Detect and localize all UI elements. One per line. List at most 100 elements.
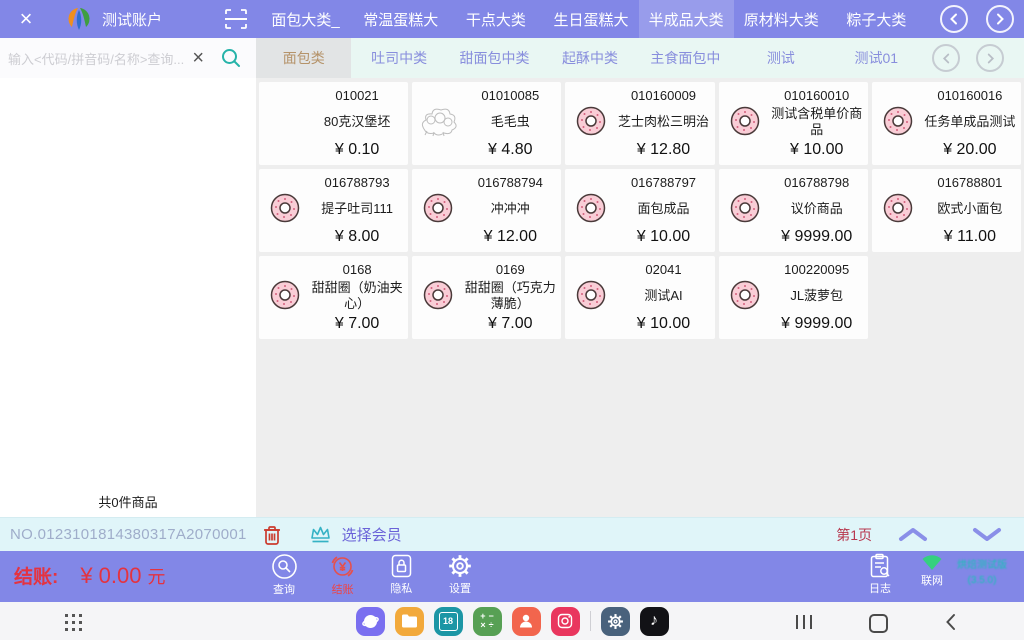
taskbar-apps: 18 +− ×÷ ♪ bbox=[356, 607, 669, 636]
product-card[interactable]: 02041 测试AI ¥ 10.00 bbox=[565, 256, 714, 339]
contacts-app-icon[interactable] bbox=[512, 607, 541, 636]
files-app-icon[interactable] bbox=[395, 607, 424, 636]
product-card[interactable]: 010160010 测试含税单价商品 ¥ 10.00 bbox=[719, 82, 868, 165]
category-tab[interactable]: 半成品大类 bbox=[639, 0, 734, 38]
subcategory-tab-label: 测试01 bbox=[854, 48, 898, 68]
settings-gear-icon bbox=[447, 553, 473, 579]
subcategory-prev-icon[interactable] bbox=[932, 44, 960, 72]
product-code: 016788793 bbox=[325, 172, 390, 190]
product-code: 016788794 bbox=[478, 172, 543, 190]
product-code: 010160016 bbox=[937, 85, 1002, 103]
search-icon[interactable] bbox=[220, 47, 242, 69]
subcategory-tab[interactable]: 吐司中类 bbox=[351, 38, 446, 78]
subcategory-tab-label: 主食面包中 bbox=[650, 48, 720, 68]
search-input[interactable]: 输入<代码/拼音码/名称>查询... bbox=[0, 49, 190, 68]
subcategory-tab[interactable]: 起酥中类 bbox=[542, 38, 637, 78]
product-card[interactable]: 01010085 毛毛虫 ¥ 4.80 bbox=[412, 82, 561, 165]
category-tab[interactable]: 粽子大类 bbox=[829, 0, 924, 38]
page-up-icon[interactable] bbox=[898, 527, 928, 542]
product-image bbox=[722, 104, 768, 143]
subcategory-tab[interactable]: 面包类 bbox=[256, 38, 351, 78]
subcategory-tab[interactable]: 主食面包中 bbox=[638, 38, 733, 78]
order-number: NO.0123101814380317A2070001 bbox=[10, 526, 247, 543]
page-down-icon[interactable] bbox=[972, 527, 1002, 542]
category-tab-label: 常温蛋糕大 bbox=[363, 9, 438, 30]
product-card[interactable]: 010021 80克汉堡坯 ¥ 0.10 bbox=[259, 82, 408, 165]
product-card[interactable]: 0168 甜甜圈（奶油夹心） ¥ 7.00 bbox=[259, 256, 408, 339]
category-tab-label: 生日蛋糕大 bbox=[553, 9, 628, 30]
product-price: ¥ 20.00 bbox=[943, 141, 996, 162]
clear-order-trash-icon[interactable] bbox=[263, 525, 281, 545]
product-card[interactable]: 100220095 JL菠萝包 ¥ 9999.00 bbox=[719, 256, 868, 339]
checkout-amount: ¥ 0.00元 bbox=[80, 563, 165, 589]
calendar-app-icon[interactable]: 18 bbox=[434, 607, 463, 636]
close-icon[interactable]: × bbox=[0, 0, 52, 38]
product-name: 测试AI bbox=[644, 288, 682, 304]
product-price: ¥ 7.00 bbox=[335, 315, 379, 336]
category-tab[interactable]: 生日蛋糕大 bbox=[543, 0, 638, 38]
subcategory-tab[interactable]: 测试01 bbox=[829, 38, 924, 78]
product-price: ¥ 4.80 bbox=[488, 141, 532, 162]
category-next-icon[interactable] bbox=[986, 5, 1014, 33]
subcategory-tab[interactable]: 甜面包中类 bbox=[447, 38, 542, 78]
privacy-button[interactable]: 隐私 bbox=[375, 553, 427, 597]
back-nav-icon[interactable] bbox=[945, 613, 956, 631]
product-name: 毛毛虫 bbox=[491, 114, 530, 130]
category-tabs: 面包大类_ 常温蛋糕大 干点大类 生日蛋糕大半成品大类原材料大类粽子大类 bbox=[258, 0, 924, 38]
category-tab-label: 面包大类_ bbox=[271, 9, 339, 30]
scan-barcode-icon[interactable] bbox=[224, 8, 248, 30]
home-nav-icon[interactable] bbox=[869, 614, 888, 633]
log-button[interactable]: 日志 bbox=[858, 553, 902, 596]
category-tab[interactable]: 原材料大类 bbox=[734, 0, 829, 38]
product-code: 016788797 bbox=[631, 172, 696, 190]
subcategory-next-icon[interactable] bbox=[976, 44, 1004, 72]
donut-icon bbox=[728, 278, 762, 317]
product-card[interactable]: 016788797 面包成品 ¥ 10.00 bbox=[565, 169, 714, 252]
settle-button[interactable]: 结账 bbox=[317, 553, 369, 597]
product-image bbox=[415, 105, 461, 142]
select-member-button[interactable]: 选择会员 bbox=[309, 524, 402, 545]
android-taskbar: 18 +− ×÷ ♪ bbox=[0, 600, 1024, 640]
product-name: 冲冲冲 bbox=[491, 201, 530, 217]
product-name: 甜甜圈（巧克力薄脆） bbox=[461, 280, 559, 311]
product-image bbox=[415, 278, 461, 317]
category-prev-icon[interactable] bbox=[940, 5, 968, 33]
category-tab[interactable]: 常温蛋糕大 bbox=[353, 0, 448, 38]
product-card[interactable]: 016788793 提子吐司111 ¥ 8.00 bbox=[259, 169, 408, 252]
tiktok-app-icon[interactable]: ♪ bbox=[640, 607, 669, 636]
search-bar: 输入<代码/拼音码/名称>查询... × bbox=[0, 38, 256, 78]
product-code: 010021 bbox=[335, 85, 378, 103]
category-tab-label: 粽子大类 bbox=[846, 9, 906, 30]
category-tab-label: 干点大类 bbox=[466, 9, 526, 30]
product-code: 0168 bbox=[343, 259, 372, 277]
category-tab[interactable]: 面包大类_ bbox=[258, 0, 353, 38]
product-card[interactable]: 016788801 欧式小面包 ¥ 11.00 bbox=[872, 169, 1021, 252]
product-price: ¥ 10.00 bbox=[637, 315, 690, 336]
camera-app-icon[interactable] bbox=[551, 607, 580, 636]
settings-button[interactable]: 设置 bbox=[434, 553, 486, 597]
product-price: ¥ 7.00 bbox=[488, 315, 532, 336]
product-name: 80克汉堡坯 bbox=[324, 114, 390, 130]
checkout-label: 结账: bbox=[14, 562, 58, 589]
product-image bbox=[262, 278, 308, 317]
subcategory-tab[interactable]: 测试 bbox=[733, 38, 828, 78]
category-tab[interactable]: 干点大类 bbox=[448, 0, 543, 38]
product-code: 010160009 bbox=[631, 85, 696, 103]
product-card[interactable]: 016788798 议价商品 ¥ 9999.00 bbox=[719, 169, 868, 252]
product-price: ¥ 12.80 bbox=[637, 141, 690, 162]
browser-app-icon[interactable] bbox=[356, 607, 385, 636]
query-button[interactable]: 查询 bbox=[258, 553, 310, 597]
app-drawer-icon[interactable] bbox=[64, 613, 83, 632]
clear-search-icon[interactable]: × bbox=[192, 48, 204, 68]
product-code: 100220095 bbox=[784, 259, 849, 277]
product-card[interactable]: 016788794 冲冲冲 ¥ 12.00 bbox=[412, 169, 561, 252]
product-name: 面包成品 bbox=[637, 201, 689, 217]
calculator-app-icon[interactable]: +− ×÷ bbox=[473, 607, 502, 636]
device-settings-app-icon[interactable] bbox=[601, 607, 630, 636]
product-card[interactable]: 0169 甜甜圈（巧克力薄脆） ¥ 7.00 bbox=[412, 256, 561, 339]
subcategory-tab-label: 起酥中类 bbox=[562, 48, 618, 68]
product-card[interactable]: 010160016 任务单成品测试 ¥ 20.00 bbox=[872, 82, 1021, 165]
recents-nav-icon[interactable] bbox=[796, 615, 812, 629]
product-card[interactable]: 010160009 芝士肉松三明治 ¥ 12.80 bbox=[565, 82, 714, 165]
app-header: × 测试账户 面包大类_常温蛋糕大干点大类生日蛋糕大半成品大类原材料大类粽子大类 bbox=[0, 0, 1024, 38]
